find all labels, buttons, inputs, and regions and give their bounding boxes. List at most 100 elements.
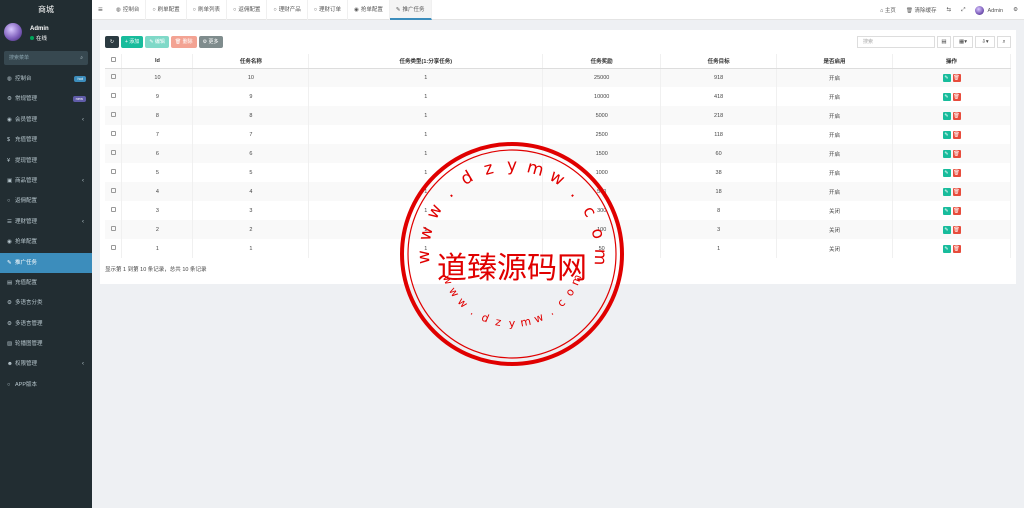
table-row[interactable]: 8 8 1 5000 218 开启 ✎ 🗑 xyxy=(105,106,1011,125)
row-select-cell[interactable] xyxy=(105,87,123,106)
home-icon: ⌂ xyxy=(880,8,884,14)
sidebar-item-5[interactable]: ▣ 商品管理 ‹ xyxy=(0,171,92,191)
table-row[interactable]: 9 9 1 10000 418 开启 ✎ 🗑 xyxy=(105,87,1011,106)
row-checkbox[interactable] xyxy=(110,150,116,155)
delete-row-button[interactable]: 🗑 xyxy=(952,111,961,120)
sidebar-item-4[interactable]: ¥ 提现管理 xyxy=(0,151,92,171)
row-checkbox[interactable] xyxy=(110,74,116,80)
tab-7[interactable]: ✎ 推广任务 xyxy=(389,0,432,20)
cell-actions: ✎ 🗑 xyxy=(892,87,1011,106)
search-icon[interactable]: ⌕ xyxy=(80,51,83,65)
row-select-cell[interactable] xyxy=(105,144,123,163)
row-checkbox[interactable] xyxy=(110,226,116,231)
user-status-label: 在线 xyxy=(36,36,48,42)
tab-2[interactable]: ○ 刷单列表 xyxy=(187,0,228,20)
edit-row-button[interactable]: ✎ xyxy=(942,225,951,234)
edit-row-button[interactable]: ✎ xyxy=(942,130,951,139)
circle-icon: ○ xyxy=(313,7,318,13)
refresh-button[interactable]: ↻ xyxy=(105,36,119,48)
row-select-cell[interactable] xyxy=(105,106,123,125)
cell-enabled: 开启 xyxy=(776,87,893,106)
sidebar-item-0[interactable]: ◍ 控制台 hot xyxy=(0,69,92,89)
row-checkbox[interactable] xyxy=(110,131,116,136)
menu-toggle-icon[interactable]: ≡ xyxy=(98,0,103,20)
row-select-cell[interactable] xyxy=(105,239,123,258)
row-checkbox[interactable] xyxy=(110,245,116,250)
sidebar-item-2[interactable]: ◉ 会员管理 ‹ xyxy=(0,110,92,130)
table-search-input[interactable]: 搜索 xyxy=(857,36,935,48)
table-row[interactable]: 10 10 1 25000 918 开启 ✎ 🗑 xyxy=(105,68,1011,87)
row-select-cell[interactable] xyxy=(105,125,123,144)
home-link[interactable]: ⌂ 主页 xyxy=(880,6,896,14)
sidebar-item-15[interactable]: ○ APP版本 xyxy=(0,375,92,395)
sidebar-item-9[interactable]: ✎ 推广任务 xyxy=(0,252,92,273)
online-dot-icon xyxy=(30,36,34,40)
edit-row-button[interactable]: ✎ xyxy=(942,206,951,215)
clear-cache-link[interactable]: 🗑 清除缓存 xyxy=(906,6,937,14)
tab-5[interactable]: ○ 理财订单 xyxy=(308,0,349,20)
edit-row-button[interactable]: ✎ xyxy=(942,111,951,120)
delete-row-button[interactable]: 🗑 xyxy=(952,206,961,215)
app-logo[interactable]: 商城 xyxy=(0,0,92,20)
row-checkbox[interactable] xyxy=(110,93,116,98)
edit-row-button[interactable]: ✎ xyxy=(942,187,951,196)
sidebar-item-12[interactable]: ⚙ 多语言管理 xyxy=(0,314,92,334)
edit-row-button[interactable]: ✎ xyxy=(942,92,951,101)
delete-row-button[interactable]: 🗑 xyxy=(952,187,961,196)
sidebar-item-6[interactable]: ○ 返佣配置 xyxy=(0,191,92,211)
edit-row-button[interactable]: ✎ xyxy=(942,168,951,177)
sidebar-item-10[interactable]: ▤ 充值配置 xyxy=(0,273,92,293)
sidebar-item-7[interactable]: ☰ 理财管理 ‹ xyxy=(0,212,92,232)
sidebar-item-1[interactable]: ⚙ 常规管理 new xyxy=(0,89,92,109)
sidebar-item-14[interactable]: ☻ 权限管理 ‹ xyxy=(0,354,92,374)
cell-id: 7 xyxy=(121,125,194,144)
stamp-char: w xyxy=(423,201,447,223)
search-icon[interactable]: ⌕ xyxy=(997,36,1011,48)
delete-row-button[interactable]: 🗑 xyxy=(952,244,961,253)
translate-icon[interactable]: ⇆ xyxy=(946,7,951,13)
row-checkbox[interactable] xyxy=(110,207,116,212)
delete-row-button[interactable]: 🗑 xyxy=(952,73,961,82)
edit-row-button[interactable]: ✎ xyxy=(942,244,951,253)
sidebar-item-3[interactable]: $ 充值管理 xyxy=(0,130,92,150)
column-header[interactable] xyxy=(105,54,123,69)
delete-row-button[interactable]: 🗑 xyxy=(952,225,961,234)
sidebar-item-13[interactable]: ▨ 轮播图管理 xyxy=(0,334,92,354)
row-select-cell[interactable] xyxy=(105,68,123,87)
sidebar-item-11[interactable]: ⚙ 多语言分类 xyxy=(0,293,92,313)
sidebar-search-input[interactable]: 搜索菜单 ⌕ xyxy=(4,51,88,65)
user-menu[interactable]: Admin xyxy=(975,5,1003,15)
delete-row-button[interactable]: 🗑 xyxy=(952,130,961,139)
edit-row-button[interactable]: ✎ xyxy=(942,73,951,82)
stamp-char: o xyxy=(587,226,609,241)
toggle-view-icon[interactable]: ▦▾ xyxy=(953,36,973,48)
row-select-cell[interactable] xyxy=(105,182,123,201)
row-checkbox[interactable] xyxy=(110,169,116,174)
columns-icon[interactable]: ▤ xyxy=(937,36,951,48)
add-button[interactable]: + 添加 xyxy=(121,36,144,48)
export-icon[interactable]: ⇩▾ xyxy=(975,36,995,48)
more-button[interactable]: ⚙ 更多 xyxy=(198,36,223,48)
sidebar-item-8[interactable]: ◉ 抢单配置 xyxy=(0,232,92,252)
row-select-cell[interactable] xyxy=(105,163,123,182)
tab-4[interactable]: ○ 理财产品 xyxy=(267,0,308,20)
tab-1[interactable]: ○ 刷单配置 xyxy=(146,0,187,20)
delete-row-button[interactable]: 🗑 xyxy=(952,168,961,177)
row-checkbox[interactable] xyxy=(110,112,116,117)
delete-button[interactable]: 🗑 删除 xyxy=(170,36,197,48)
sidebar-item-label: 轮播图管理 xyxy=(15,341,43,348)
tab-3[interactable]: ○ 返佣配置 xyxy=(227,0,268,20)
row-select-cell[interactable] xyxy=(105,201,123,220)
delete-row-button[interactable]: 🗑 xyxy=(952,92,961,101)
tab-6[interactable]: ◉ 抢单配置 xyxy=(348,0,390,20)
delete-row-button[interactable]: 🗑 xyxy=(952,149,961,158)
row-select-cell[interactable] xyxy=(105,220,123,239)
settings-icon[interactable]: ⚙ xyxy=(1013,7,1018,13)
tab-0[interactable]: ◍ 控制台 xyxy=(110,0,147,20)
edit-button[interactable]: ✎ 编辑 xyxy=(145,36,169,48)
edit-row-button[interactable]: ✎ xyxy=(942,149,951,158)
select-all-checkbox[interactable] xyxy=(110,57,116,63)
fullscreen-icon[interactable]: ⤢ xyxy=(961,7,965,14)
link-icon: ✎ xyxy=(7,259,12,266)
row-checkbox[interactable] xyxy=(110,188,116,193)
